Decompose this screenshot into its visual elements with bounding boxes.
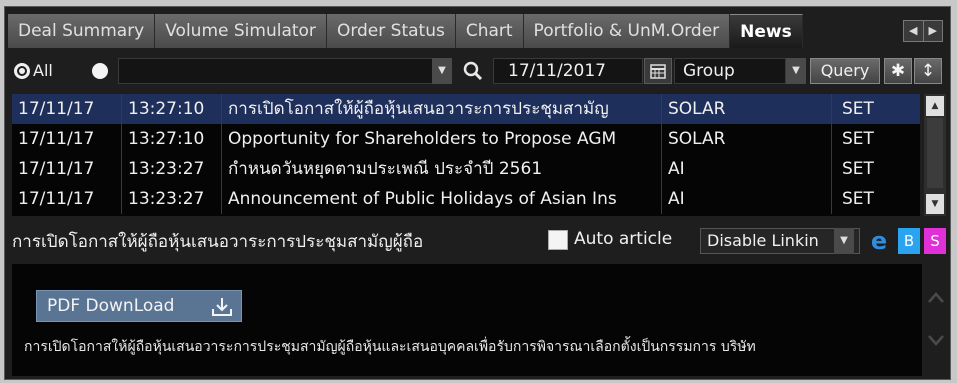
internet-explorer-icon: e xyxy=(870,227,888,255)
tab-scroll-left-icon[interactable]: ◀ xyxy=(904,21,924,41)
scroll-thumb[interactable] xyxy=(927,118,943,188)
settings-button[interactable]: ✱ xyxy=(884,58,912,84)
article-header: การเปิดโอกาสให้ผู้ถือหุ้นเสนอวาระการประช… xyxy=(8,222,949,258)
chevron-up-icon[interactable] xyxy=(928,292,944,303)
row-symbol: SOLAR xyxy=(662,94,832,124)
row-market: SET xyxy=(842,99,874,119)
download-icon xyxy=(212,298,232,316)
tab-scroll-nav: ◀ ▶ xyxy=(903,20,943,42)
article-panel: PDF DownLoad การเปิดโอกาสให้ผู้ถือหุ้นเส… xyxy=(12,264,922,376)
tab-bar: Deal Summary Volume Simulator Order Stat… xyxy=(8,14,803,48)
row-date: 17/11/17 xyxy=(12,94,122,124)
row-time: 13:23:27 xyxy=(122,154,222,184)
radio-symbol[interactable] xyxy=(92,63,108,79)
article-scrollbar[interactable] xyxy=(926,282,946,370)
row-market: SET xyxy=(842,129,874,149)
article-body: การเปิดโอกาสให้ผู้ถือหุ้นเสนอวาระการประช… xyxy=(24,339,756,355)
pdf-download-button[interactable]: PDF DownLoad xyxy=(36,290,242,322)
row-date: 17/11/17 xyxy=(12,184,122,214)
up-down-arrow-icon: ↕ xyxy=(920,61,936,81)
group-select[interactable]: Group xyxy=(674,58,786,84)
filter-bar: All ▼ 17/11/2017 Group ▼ Query ✱ ↕ xyxy=(8,54,949,88)
browser-button[interactable]: e xyxy=(865,228,893,254)
row-time: 13:27:10 xyxy=(122,124,222,154)
row-time: 13:27:10 xyxy=(122,94,222,124)
row-symbol: AI xyxy=(662,184,832,214)
sell-button[interactable]: S xyxy=(924,228,946,254)
tab-scroll-right-icon[interactable]: ▶ xyxy=(924,21,943,41)
row-market: SET xyxy=(842,189,874,209)
tab-order-status[interactable]: Order Status xyxy=(326,14,456,48)
row-symbol: AI xyxy=(662,154,832,184)
row-time: 13:23:27 xyxy=(122,184,222,214)
row-date: 17/11/17 xyxy=(12,124,122,154)
auto-article-label: Auto article xyxy=(574,229,673,249)
gear-icon: ✱ xyxy=(890,61,906,81)
tab-portfolio[interactable]: Portfolio & UnM.Order xyxy=(523,14,731,48)
tab-volume-simulator[interactable]: Volume Simulator xyxy=(155,14,327,48)
tab-chart[interactable]: Chart xyxy=(455,14,524,48)
search-button[interactable] xyxy=(460,58,486,84)
scroll-down-icon[interactable]: ▼ xyxy=(926,194,944,214)
chevron-down-icon[interactable] xyxy=(928,335,944,346)
buy-button[interactable]: B xyxy=(898,228,920,254)
row-headline: กำหนดวันหยุดตามประเพณี ประจำปี 2561 xyxy=(222,154,662,184)
symbol-input[interactable] xyxy=(118,58,438,84)
table-row[interactable]: 17/11/17 13:23:27 Announcement of Public… xyxy=(12,184,920,214)
calendar-icon xyxy=(650,64,666,79)
auto-article-checkbox[interactable] xyxy=(548,230,568,250)
scroll-up-icon[interactable]: ▲ xyxy=(926,96,944,116)
sort-button[interactable]: ↕ xyxy=(914,58,942,84)
article-title: การเปิดโอกาสให้ผู้ถือหุ้นเสนอวาระการประช… xyxy=(12,232,424,252)
row-headline: การเปิดโอกาสให้ผู้ถือหุ้นเสนอวาระการประช… xyxy=(222,94,662,124)
linking-dropdown-arrow-icon[interactable]: ▼ xyxy=(834,228,854,254)
search-icon xyxy=(463,61,483,81)
pdf-download-label: PDF DownLoad xyxy=(47,296,175,316)
symbol-dropdown-arrow-icon[interactable]: ▼ xyxy=(432,58,452,84)
row-headline: Announcement of Public Holidays of Asian… xyxy=(222,184,662,214)
row-headline: Opportunity for Shareholders to Propose … xyxy=(222,124,662,154)
news-table: 17/11/17 13:27:10 การเปิดโอกาสให้ผู้ถือห… xyxy=(12,94,920,216)
table-row[interactable]: 17/11/17 13:27:10 การเปิดโอกาสให้ผู้ถือห… xyxy=(12,94,920,124)
group-dropdown-arrow-icon[interactable]: ▼ xyxy=(786,58,806,84)
calendar-button[interactable] xyxy=(644,58,672,84)
table-row[interactable]: 17/11/17 13:27:10 Opportunity for Shareh… xyxy=(12,124,920,154)
tab-news[interactable]: News xyxy=(730,14,803,48)
row-market: SET xyxy=(842,159,874,179)
radio-all[interactable] xyxy=(14,63,30,79)
table-row[interactable]: 17/11/17 13:23:27 กำหนดวันหยุดตามประเพณี… xyxy=(12,154,920,184)
row-symbol: SOLAR xyxy=(662,124,832,154)
query-button[interactable]: Query xyxy=(810,58,880,84)
radio-all-label: All xyxy=(33,61,53,80)
news-scrollbar[interactable]: ▲ ▼ xyxy=(924,94,946,216)
tab-deal-summary[interactable]: Deal Summary xyxy=(8,14,156,48)
date-field[interactable]: 17/11/2017 xyxy=(493,58,643,84)
row-date: 17/11/17 xyxy=(12,154,122,184)
